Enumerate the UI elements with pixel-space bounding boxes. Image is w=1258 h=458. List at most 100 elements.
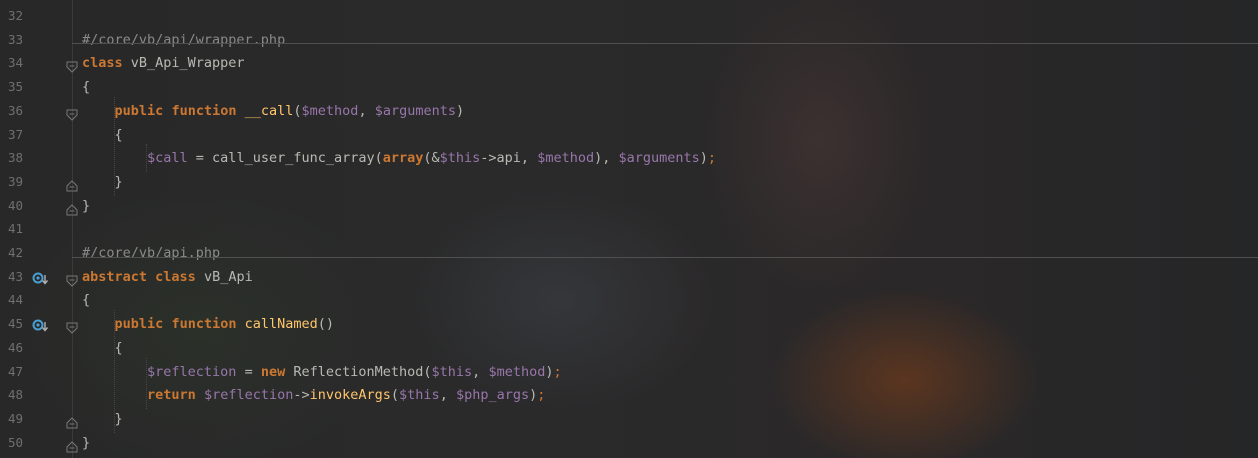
code-line[interactable]: 40} bbox=[0, 194, 1258, 218]
fold-open-icon[interactable] bbox=[66, 105, 78, 121]
code-token: __call bbox=[244, 102, 294, 119]
code-editor[interactable]: 32 33 #/core/vb/api/wrapper.php 34 class vB_… bbox=[0, 0, 1258, 458]
code-text: { bbox=[82, 336, 123, 360]
code-line[interactable]: 46 { bbox=[0, 336, 1258, 360]
line-number[interactable]: 47 bbox=[8, 360, 26, 384]
line-number[interactable]: 43 bbox=[8, 265, 26, 289]
line-number[interactable]: 45 bbox=[8, 312, 26, 336]
code-line[interactable]: 33 #/core/vb/api/wrapper.php bbox=[0, 28, 1258, 52]
code-token: { bbox=[82, 126, 123, 143]
code-token: } bbox=[82, 173, 123, 190]
code-token: ; bbox=[553, 363, 562, 380]
code-line[interactable]: 47 $reflection = new ReflectionMethod($t… bbox=[0, 360, 1258, 384]
line-number[interactable]: 46 bbox=[8, 336, 26, 360]
code-token: public bbox=[114, 316, 164, 333]
line-number[interactable]: 49 bbox=[8, 407, 26, 431]
code-token: } bbox=[82, 197, 91, 214]
line-number[interactable]: 40 bbox=[8, 194, 26, 218]
code-token: ->api, bbox=[480, 150, 538, 167]
fold-open-icon[interactable] bbox=[66, 57, 78, 74]
code-text: } bbox=[82, 170, 123, 194]
fold-open-icon[interactable] bbox=[66, 271, 78, 287]
code-text: abstract class vB_Api bbox=[82, 265, 253, 289]
code-token: class bbox=[82, 55, 123, 72]
code-token: ; bbox=[707, 150, 717, 167]
line-number[interactable]: 37 bbox=[8, 123, 26, 147]
code-token: $method bbox=[537, 150, 595, 167]
code-token: function bbox=[171, 316, 237, 333]
code-line[interactable]: 42 #/core/vb/api.php bbox=[0, 241, 1258, 265]
code-token: array bbox=[382, 150, 424, 167]
code-text: { bbox=[82, 288, 90, 312]
line-number[interactable]: 36 bbox=[8, 99, 26, 123]
code-text: #/core/vb/api/wrapper.php bbox=[82, 28, 285, 52]
code-line[interactable]: 39 } bbox=[0, 170, 1258, 194]
code-token: , bbox=[439, 387, 456, 404]
line-number[interactable]: 34 bbox=[8, 51, 26, 75]
line-number[interactable]: 44 bbox=[8, 288, 26, 312]
code-line[interactable]: 37 { bbox=[0, 123, 1258, 147]
code-text: $call = call_user_func_array(array(&$thi… bbox=[82, 146, 716, 170]
fold-end-icon[interactable] bbox=[66, 176, 78, 192]
indent-guide bbox=[146, 144, 147, 172]
code-line[interactable]: 38 $call = call_user_func_array(array(&$… bbox=[0, 146, 1258, 170]
code-text: { bbox=[82, 75, 90, 99]
line-number[interactable]: 50 bbox=[8, 431, 26, 455]
code-line[interactable]: 49 } bbox=[0, 407, 1258, 431]
code-token: $this bbox=[431, 363, 473, 380]
code-token: abstract bbox=[82, 268, 148, 285]
code-token: $this bbox=[399, 387, 440, 404]
code-token: ) bbox=[455, 102, 465, 119]
code-line[interactable]: 44 { bbox=[0, 288, 1258, 312]
code-token: $method bbox=[301, 102, 359, 119]
fold-end-icon[interactable] bbox=[66, 437, 78, 453]
code-token: $reflection bbox=[203, 387, 294, 404]
code-token: public bbox=[114, 102, 164, 119]
code-line[interactable]: 50} bbox=[0, 431, 1258, 455]
code-text: } bbox=[82, 194, 90, 218]
code-line[interactable]: 32 bbox=[0, 4, 1258, 28]
code-token: return bbox=[147, 387, 196, 404]
code-text: public function callNamed() bbox=[82, 312, 335, 336]
code-line[interactable]: 41 bbox=[0, 217, 1258, 241]
section-separator bbox=[72, 43, 1258, 45]
code-token: = bbox=[236, 363, 261, 380]
code-line[interactable]: 43 abstract class vB_Api bbox=[0, 265, 1258, 289]
line-number[interactable]: 39 bbox=[8, 170, 26, 194]
line-number[interactable]: 41 bbox=[8, 217, 26, 241]
code-line[interactable]: 34 class vB_Api_Wrapper bbox=[0, 51, 1258, 75]
code-token: $php_args bbox=[455, 387, 530, 404]
code-token: callNamed bbox=[244, 316, 318, 333]
code-token: invokeArgs bbox=[309, 387, 391, 404]
indent-guide bbox=[114, 96, 115, 196]
code-line[interactable]: 48 return $reflection->invokeArgs($this,… bbox=[0, 383, 1258, 407]
code-text: public function __call($method, $argumen… bbox=[82, 99, 465, 123]
code-line[interactable]: 36 public function __call($method, $argu… bbox=[0, 99, 1258, 123]
line-number[interactable]: 48 bbox=[8, 383, 26, 407]
override-marker-icon[interactable] bbox=[32, 317, 50, 332]
override-marker-icon[interactable] bbox=[32, 270, 50, 285]
line-number[interactable]: 38 bbox=[8, 146, 26, 170]
fold-end-icon[interactable] bbox=[66, 200, 78, 216]
indent-guide bbox=[146, 357, 147, 409]
line-number[interactable]: 33 bbox=[8, 28, 26, 52]
indent-guide bbox=[114, 310, 115, 433]
line-number[interactable]: 42 bbox=[8, 241, 26, 265]
line-number[interactable]: 32 bbox=[8, 4, 26, 28]
code-token: ; bbox=[537, 387, 546, 404]
code-token: new bbox=[260, 363, 286, 380]
code-line[interactable]: 35 { bbox=[0, 75, 1258, 99]
code-token: $reflection bbox=[147, 363, 237, 380]
code-token: ), bbox=[594, 150, 619, 167]
code-text: } bbox=[82, 431, 90, 455]
fold-open-icon[interactable] bbox=[66, 318, 78, 334]
code-text: } bbox=[82, 407, 123, 431]
code-line[interactable]: 45 public function callNamed() bbox=[0, 312, 1258, 336]
code-token: () bbox=[317, 316, 335, 333]
line-number[interactable]: 35 bbox=[8, 75, 26, 99]
fold-end-icon[interactable] bbox=[66, 413, 78, 429]
